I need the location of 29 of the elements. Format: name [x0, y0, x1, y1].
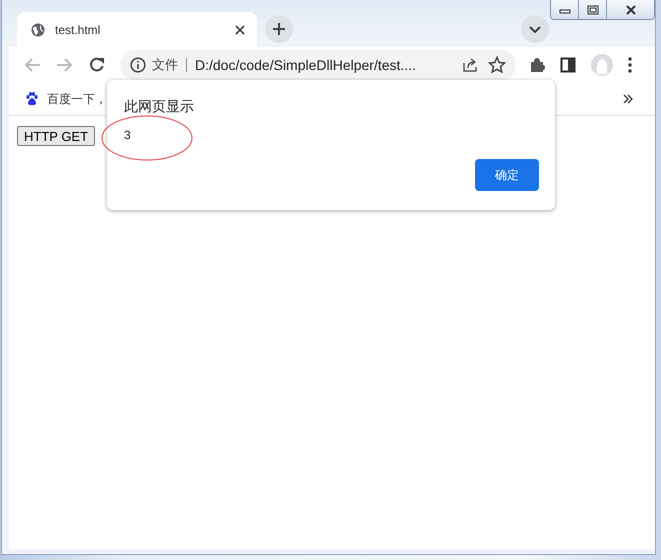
- star-icon[interactable]: [488, 56, 506, 74]
- close-button[interactable]: [607, 0, 654, 19]
- security-label: 文件: [152, 58, 187, 72]
- reload-icon[interactable]: [89, 57, 105, 73]
- dialog-message: 3: [124, 128, 132, 142]
- dialog-title: 此网页显示: [124, 98, 195, 116]
- side-panel-icon[interactable]: [560, 57, 576, 73]
- browser-tab[interactable]: test.html: [17, 12, 257, 47]
- maximize-icon: [586, 4, 598, 14]
- double-chevron-icon[interactable]: [623, 94, 633, 104]
- ok-button[interactable]: 确定: [475, 159, 539, 191]
- menu-icon[interactable]: [628, 57, 632, 73]
- close-icon: [624, 4, 636, 14]
- http-get-button[interactable]: HTTP GET: [17, 126, 96, 146]
- minimize-button[interactable]: [551, 0, 579, 19]
- paw-icon: [25, 92, 39, 106]
- share-icon[interactable]: [462, 57, 478, 73]
- url-text: D:/doc/code/SimpleDllHelper/test....: [195, 57, 416, 73]
- bookmark-label: 百度一下，: [47, 90, 107, 108]
- tab-title: test.html: [55, 22, 102, 36]
- globe-icon: [31, 22, 45, 36]
- info-icon[interactable]: [130, 57, 146, 73]
- bookmark-item[interactable]: 百度一下，: [25, 90, 107, 108]
- close-icon[interactable]: [235, 24, 245, 34]
- plus-icon[interactable]: [265, 14, 293, 42]
- address-bar[interactable]: 文件 D:/doc/code/SimpleDllHelper/test....: [120, 50, 516, 80]
- puzzle-icon[interactable]: [529, 57, 545, 73]
- chevron-down-icon[interactable]: [521, 14, 549, 42]
- maximize-button[interactable]: [579, 0, 607, 19]
